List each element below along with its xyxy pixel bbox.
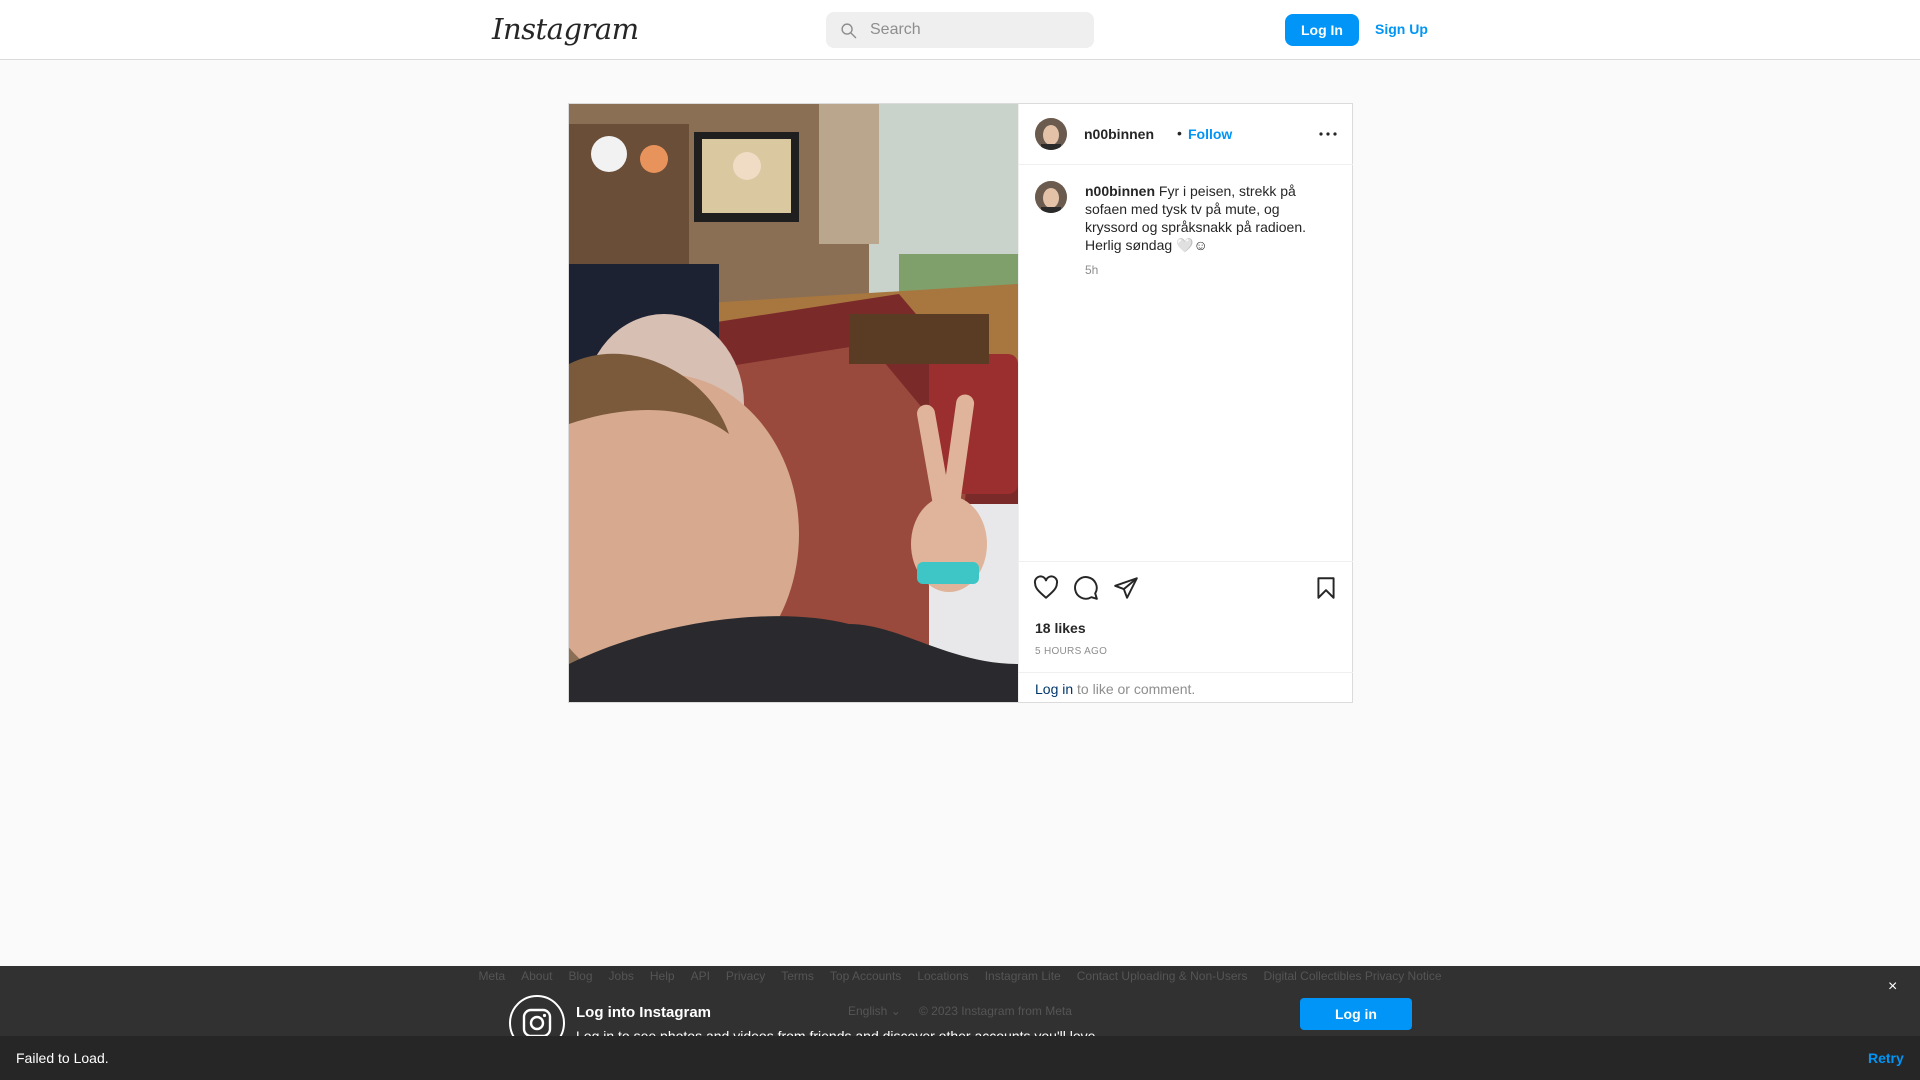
footer-link[interactable]: Jobs	[609, 969, 634, 983]
avatar[interactable]	[1035, 118, 1067, 150]
error-message: Failed to Load.	[16, 1050, 109, 1066]
footer-link[interactable]: About	[521, 969, 552, 983]
login-button[interactable]: Log In	[1285, 14, 1359, 46]
post-card: n00binnen • Follow n00binnen Fyr i peise…	[568, 103, 1353, 703]
retry-button[interactable]: Retry	[1868, 1050, 1904, 1066]
heart-icon[interactable]	[1033, 575, 1059, 601]
caption-avatar[interactable]	[1035, 181, 1067, 213]
close-icon[interactable]: ×	[1888, 978, 1897, 996]
footer-link[interactable]: Privacy	[726, 969, 765, 983]
search-box[interactable]	[826, 12, 1094, 48]
footer-links: Meta About Blog Jobs Help API Privacy Terms Top …	[0, 969, 1920, 983]
signup-link[interactable]: Sign Up	[1375, 21, 1428, 37]
footer-link[interactable]: Help	[650, 969, 675, 983]
avatar-image	[1035, 118, 1067, 150]
selfie-living-room-image	[569, 104, 1018, 702]
footer-link[interactable]: Blog	[568, 969, 592, 983]
post-sidebar: n00binnen • Follow n00binnen Fyr i peise…	[1018, 104, 1353, 702]
caption-username[interactable]: n00binnen	[1085, 183, 1155, 199]
follow-button[interactable]: Follow	[1188, 126, 1232, 142]
banner-title: Log into Instagram	[576, 1004, 711, 1021]
login-prompt: Log in to like or comment.	[1035, 681, 1195, 697]
login-to-comment-row: Log in to like or comment.	[1019, 672, 1353, 703]
login-banner: Meta About Blog Jobs Help API Privacy Terms Top …	[0, 966, 1920, 1051]
error-toast: Failed to Load. Retry	[0, 1036, 1920, 1080]
caption-timestamp: 5h	[1085, 263, 1099, 277]
post-time-ago: 5 HOURS AGO	[1035, 646, 1108, 657]
search-icon	[841, 23, 857, 39]
footer-link[interactable]: Contact Uploading & Non-Users	[1077, 969, 1248, 983]
search-input[interactable]	[870, 12, 1085, 48]
post-username[interactable]: n00binnen	[1084, 126, 1154, 142]
more-options-icon[interactable]	[1316, 126, 1340, 142]
post-caption: n00binnen Fyr i peisen, strekk på sofaen…	[1085, 182, 1335, 254]
comment-icon[interactable]	[1073, 575, 1099, 601]
banner-login-button[interactable]: Log in	[1300, 998, 1412, 1030]
share-icon[interactable]	[1113, 575, 1139, 601]
separator-dot: •	[1177, 125, 1182, 141]
footer-link[interactable]: API	[691, 969, 710, 983]
language-label: English	[848, 1004, 888, 1018]
likes-count[interactable]: 18 likes	[1035, 620, 1086, 636]
instagram-logo[interactable]: Instagram	[492, 12, 639, 46]
login-link[interactable]: Log in	[1035, 681, 1073, 697]
post-photo[interactable]	[569, 104, 1018, 702]
footer-link[interactable]: Instagram Lite	[985, 969, 1061, 983]
avatar-image	[1035, 181, 1067, 213]
post-actions: 18 likes 5 HOURS AGO Log in to like or c…	[1019, 561, 1353, 702]
post-header: n00binnen • Follow	[1019, 104, 1353, 165]
login-prompt-text: to like or comment.	[1073, 681, 1196, 697]
copyright: © 2023 Instagram from Meta	[919, 1004, 1072, 1018]
top-navigation-bar: Instagram Log In Sign Up	[0, 0, 1920, 60]
footer-link[interactable]: Locations	[917, 969, 968, 983]
footer-link[interactable]: Meta	[478, 969, 505, 983]
footer-link[interactable]: Terms	[781, 969, 814, 983]
language-selector[interactable]: English ⌄	[848, 1004, 901, 1018]
footer-link[interactable]: Top Accounts	[830, 969, 901, 983]
footer-link[interactable]: Digital Collectibles Privacy Notice	[1263, 969, 1441, 983]
bookmark-icon[interactable]	[1313, 575, 1339, 601]
